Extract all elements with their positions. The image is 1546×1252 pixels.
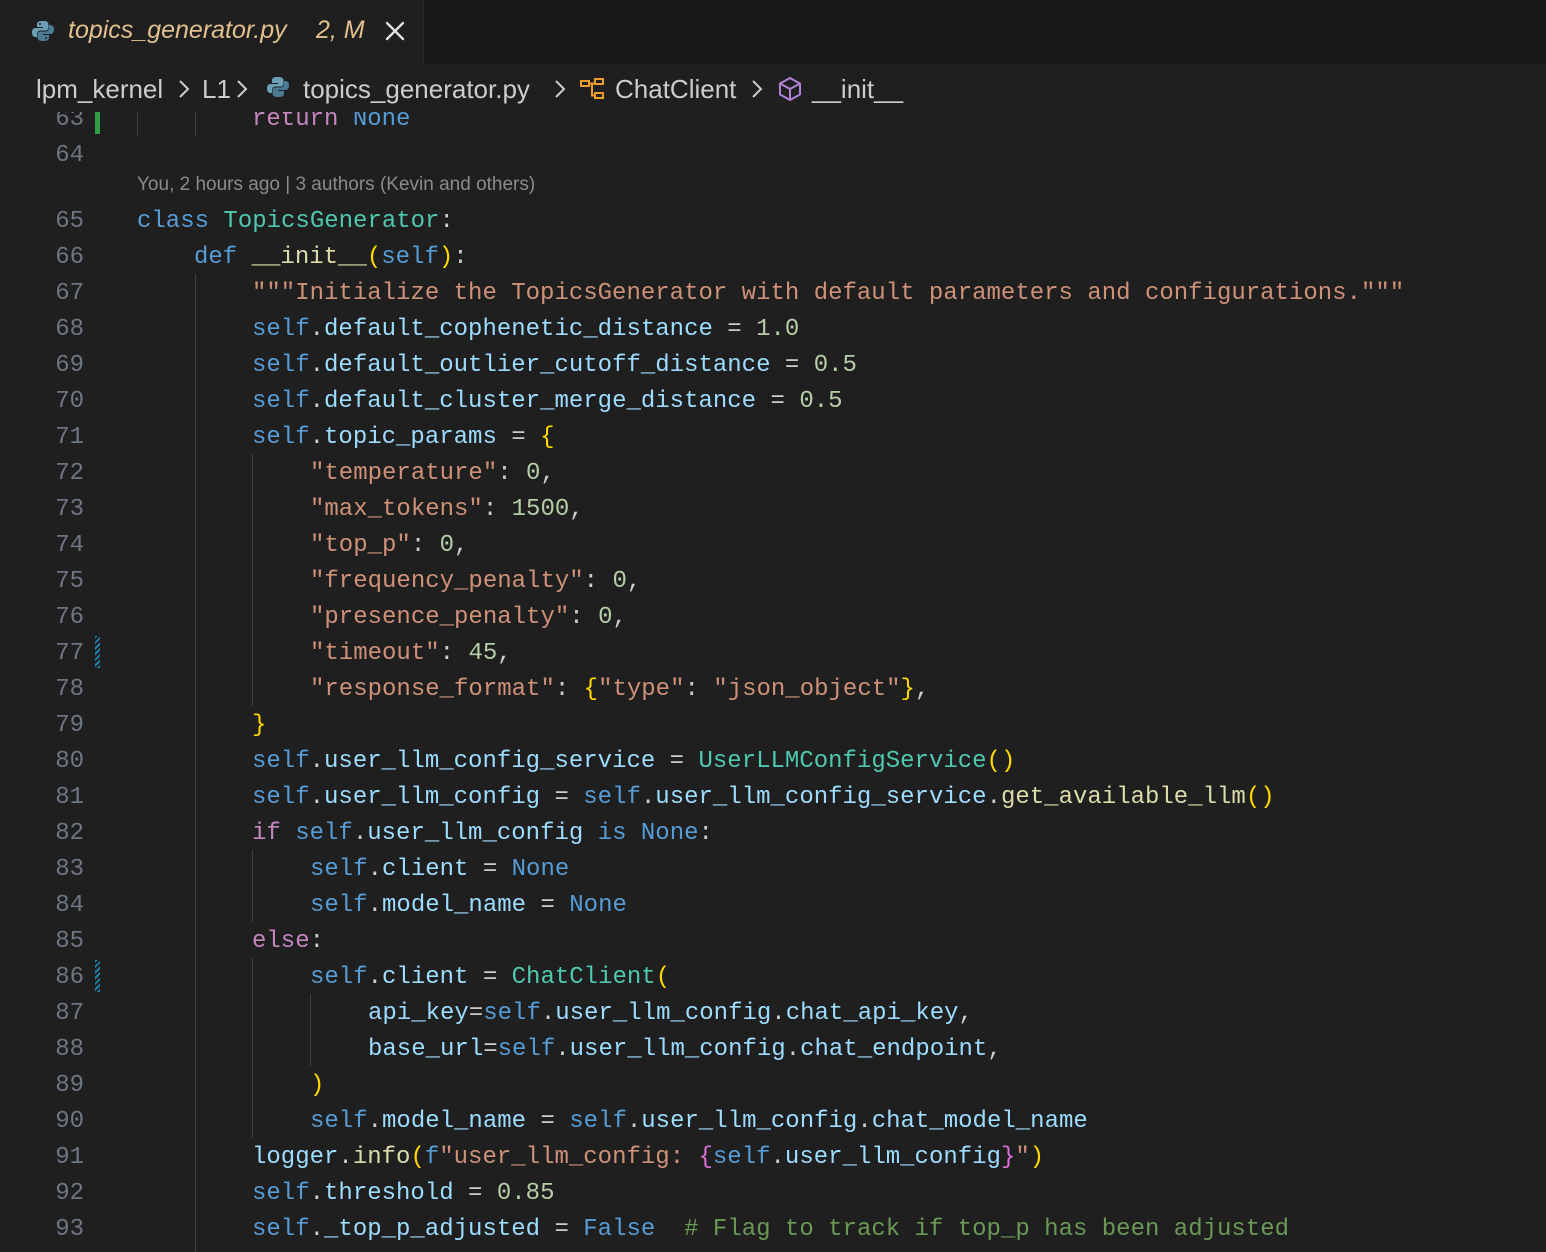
code-line-65[interactable]: class TopicsGenerator:	[137, 208, 454, 235]
code-line-72[interactable]: "temperature": 0,	[310, 460, 555, 487]
code-editor[interactable]: 63 64 65 66 67 68 69 70 71 72 73 74 75 7…	[0, 112, 1546, 1252]
code-line-85[interactable]: else:	[252, 928, 324, 955]
line-number: 69	[55, 352, 84, 379]
indent-guide	[310, 994, 311, 1066]
line-number: 70	[55, 388, 84, 415]
line-number: 86	[55, 964, 84, 991]
code-line-82[interactable]: if self.user_llm_config is None:	[252, 820, 713, 847]
code-line-86[interactable]: self.client = ChatClient(	[310, 964, 670, 991]
code-line-90[interactable]: self.model_name = self.user_llm_config.c…	[310, 1108, 1088, 1135]
python-file-icon	[267, 77, 289, 97]
breadcrumb-item-file[interactable]: topics_generator.py	[303, 73, 530, 105]
indent-guide	[137, 112, 138, 136]
line-number: 72	[55, 460, 84, 487]
line-number: 82	[55, 820, 84, 847]
breadcrumb-item-method[interactable]: __init__	[812, 73, 903, 105]
python-file-icon	[32, 21, 54, 41]
line-number: 68	[55, 316, 84, 343]
code-line-66[interactable]: def __init__(self):	[194, 244, 468, 271]
line-number: 80	[55, 748, 84, 775]
line-number: 79	[55, 712, 84, 739]
indent-guide	[252, 454, 253, 706]
line-number: 90	[55, 1108, 84, 1135]
code-line-91[interactable]: logger.info(f"user_llm_config: {self.use…	[252, 1144, 1044, 1171]
chevron-right-icon	[179, 80, 190, 98]
code-line-67[interactable]: """Initialize the TopicsGenerator with d…	[252, 280, 1404, 307]
line-number: 73	[55, 496, 84, 523]
line-number: 87	[55, 1000, 84, 1027]
code-line-71[interactable]: self.topic_params = {	[252, 424, 554, 451]
line-number: 89	[55, 1072, 84, 1099]
line-number: 66	[55, 244, 84, 271]
code-line-78[interactable]: "response_format": {"type": "json_object…	[310, 676, 929, 703]
line-number: 81	[55, 784, 84, 811]
tab-filename: topics_generator.py	[68, 16, 287, 44]
indent-guide	[252, 850, 253, 922]
breadcrumb	[0, 64, 1546, 112]
line-number: 71	[55, 424, 84, 451]
code-line-93[interactable]: self._top_p_adjusted = False # Flag to t…	[252, 1216, 1289, 1243]
line-number: 67	[55, 280, 84, 307]
line-number: 76	[55, 604, 84, 631]
git-blame-annotation[interactable]: You, 2 hours ago | 3 authors (Kevin and …	[137, 174, 535, 196]
line-number: 74	[55, 532, 84, 559]
tab-bar: topics_generator.py 2, M	[0, 0, 1546, 66]
gutter-modified-marker[interactable]	[95, 636, 100, 668]
breadcrumb-item-class[interactable]: ChatClient	[615, 73, 736, 105]
code-line-88[interactable]: base_url=self.user_llm_config.chat_endpo…	[368, 1036, 1002, 1063]
code-line-70[interactable]: self.default_cluster_merge_distance = 0.…	[252, 388, 843, 415]
line-number: 91	[55, 1144, 84, 1171]
code-line-89[interactable]: )	[310, 1072, 324, 1099]
code-line-87[interactable]: api_key=self.user_llm_config.chat_api_ke…	[368, 1000, 973, 1027]
line-number: 77	[55, 640, 84, 667]
indent-guide	[195, 274, 196, 1252]
line-number: 63	[55, 112, 84, 133]
code-line-92[interactable]: self.threshold = 0.85	[252, 1180, 554, 1207]
line-number: 88	[55, 1036, 84, 1063]
tab-status-badge: 2, M	[316, 16, 365, 44]
breadcrumb-item-l1[interactable]: L1	[202, 73, 231, 105]
code-line-69[interactable]: self.default_outlier_cutoff_distance = 0…	[252, 352, 857, 379]
code-line-84[interactable]: self.model_name = None	[310, 892, 627, 919]
line-number: 85	[55, 928, 84, 955]
close-icon[interactable]	[382, 18, 408, 44]
line-number: 84	[55, 892, 84, 919]
code-line-63[interactable]: return None	[252, 112, 410, 133]
chevron-right-icon	[752, 80, 763, 98]
editor-tab[interactable]: topics_generator.py 2, M	[0, 0, 424, 66]
line-number: 64	[55, 142, 84, 169]
code-line-76[interactable]: "presence_penalty": 0,	[310, 604, 627, 631]
code-line-77[interactable]: "timeout": 45,	[310, 640, 512, 667]
breadcrumb-item-lpm-kernel[interactable]: lpm_kernel	[36, 73, 163, 105]
line-number: 75	[55, 568, 84, 595]
code-line-79[interactable]: }	[252, 712, 266, 739]
code-line-81[interactable]: self.user_llm_config = self.user_llm_con…	[252, 784, 1275, 811]
indent-guide	[195, 112, 196, 136]
method-symbol-icon	[779, 77, 801, 101]
indent-guide	[252, 958, 253, 1138]
line-number: 92	[55, 1180, 84, 1207]
chevron-right-icon	[237, 80, 248, 98]
code-line-83[interactable]: self.client = None	[310, 856, 569, 883]
gutter-added-marker[interactable]	[95, 112, 100, 134]
code-line-73[interactable]: "max_tokens": 1500,	[310, 496, 584, 523]
chevron-right-icon	[555, 80, 566, 98]
line-number: 78	[55, 676, 84, 703]
code-line-80[interactable]: self.user_llm_config_service = UserLLMCo…	[252, 748, 1015, 775]
class-symbol-icon	[580, 78, 604, 99]
line-number: 83	[55, 856, 84, 883]
code-line-68[interactable]: self.default_cophenetic_distance = 1.0	[252, 316, 799, 343]
code-line-74[interactable]: "top_p": 0,	[310, 532, 468, 559]
line-number: 93	[55, 1216, 84, 1243]
gutter-modified-marker[interactable]	[95, 960, 100, 992]
line-number: 65	[55, 208, 84, 235]
code-line-75[interactable]: "frequency_penalty": 0,	[310, 568, 641, 595]
